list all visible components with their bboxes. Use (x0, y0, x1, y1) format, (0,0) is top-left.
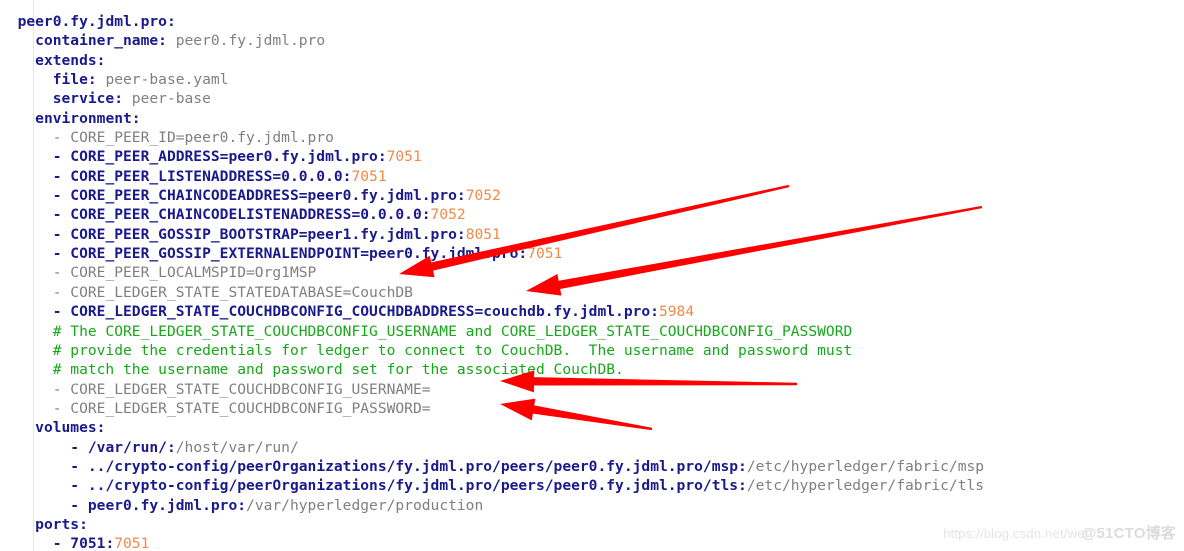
code-line[interactable]: extends: (0, 51, 1184, 70)
code-token: container_name: (35, 32, 167, 50)
code-token: 7051 (386, 148, 422, 166)
code-token: peer0.fy.jdml.pro (166, 32, 326, 50)
code-token: /etc/hyperledger/fabric/tls (746, 477, 985, 495)
code-token: CORE_PEER_GOSSIP_EXTERNALENDPOINT=peer0.… (70, 245, 528, 263)
code-line[interactable]: - CORE_PEER_LISTENADDRESS=0.0.0.0:7051 (0, 167, 1184, 186)
code-token: CORE_PEER_LISTENADDRESS=0.0.0.0: (70, 167, 352, 185)
code-token: 7052 (430, 206, 466, 224)
code-token: 7051 (527, 245, 563, 263)
code-token: /etc/hyperledger/fabric/msp (746, 457, 985, 475)
code-line[interactable]: # match the username and password set fo… (0, 360, 1184, 379)
code-line[interactable]: - ../crypto-config/peerOrganizations/fy.… (0, 476, 1184, 495)
code-token: environment: (35, 109, 141, 127)
code-line[interactable]: - ../crypto-config/peerOrganizations/fy.… (0, 457, 1184, 476)
code-token: - (52, 535, 71, 551)
code-token: CORE_PEER_ID=peer0.fy.jdml.pro (70, 129, 334, 147)
code-line[interactable]: - peer0.fy.jdml.pro:/var/hyperledger/pro… (0, 496, 1184, 515)
code-token: - (70, 477, 88, 495)
code-token: - (52, 283, 71, 301)
code-line[interactable]: environment: (0, 109, 1184, 128)
code-token: 7051: (70, 535, 115, 551)
code-token: CORE_PEER_LOCALMSPID=Org1MSP (70, 264, 317, 282)
yaml-code-block[interactable]: peer0.fy.jdml.pro: container_name: peer0… (0, 0, 1184, 551)
watermark: https://blog.csdn.net/wei@51CTO博客 (943, 522, 1176, 543)
code-token: CORE_LEDGER_STATE_STATEDATABASE=CouchDB (70, 283, 413, 301)
code-token: CORE_PEER_CHAINCODELISTENADDRESS=0.0.0.0… (70, 206, 431, 224)
code-line[interactable]: peer0.fy.jdml.pro: (0, 12, 1184, 31)
code-token: - (52, 206, 71, 224)
code-token: file: (52, 71, 97, 89)
watermark-site: @51CTO博客 (1081, 525, 1176, 542)
code-token: # match the username and password set fo… (52, 361, 624, 379)
code-token: - (52, 380, 71, 398)
code-token: /var/run/: (87, 438, 176, 456)
code-line[interactable]: - CORE_LEDGER_STATE_COUCHDBCONFIG_USERNA… (0, 380, 1184, 399)
code-token: CORE_LEDGER_STATE_COUCHDBCONFIG_COUCHDBA… (70, 303, 659, 321)
code-token: CORE_PEER_ADDRESS=peer0.fy.jdml.pro: (70, 148, 387, 166)
code-token: - (70, 438, 88, 456)
code-line[interactable]: container_name: peer0.fy.jdml.pro (0, 31, 1184, 50)
code-token: 7051 (351, 167, 387, 185)
code-token: ../crypto-config/peerOrganizations/fy.jd… (87, 457, 747, 475)
code-token: - (52, 187, 71, 205)
watermark-url: https://blog.csdn.net/wei (943, 526, 1088, 541)
code-token: peer-base.yaml (96, 71, 229, 89)
code-token: # The CORE_LEDGER_STATE_COUCHDBCONFIG_US… (52, 322, 853, 340)
code-token: /host/var/run/ (175, 438, 299, 456)
code-token: - (52, 129, 71, 147)
code-token: # provide the credentials for ledger to … (52, 341, 853, 359)
code-line[interactable]: - CORE_PEER_ID=peer0.fy.jdml.pro (0, 128, 1184, 147)
code-token: CORE_LEDGER_STATE_COUCHDBCONFIG_USERNAME… (70, 380, 431, 398)
code-line[interactable]: - CORE_PEER_LOCALMSPID=Org1MSP (0, 263, 1184, 282)
code-token: 7052 (465, 187, 501, 205)
code-line[interactable]: - CORE_PEER_CHAINCODEADDRESS=peer0.fy.jd… (0, 186, 1184, 205)
code-line[interactable]: - CORE_LEDGER_STATE_COUCHDBCONFIG_PASSWO… (0, 399, 1184, 418)
code-token: 5984 (658, 303, 695, 321)
code-token: CORE_PEER_GOSSIP_BOOTSTRAP=peer1.fy.jdml… (70, 225, 466, 243)
code-token: service: (52, 90, 124, 108)
code-line[interactable]: # provide the credentials for ledger to … (0, 341, 1184, 360)
code-token: CORE_LEDGER_STATE_COUCHDBCONFIG_PASSWORD… (70, 399, 431, 417)
code-token: CORE_PEER_CHAINCODEADDRESS=peer0.fy.jdml… (70, 187, 466, 205)
code-line[interactable]: file: peer-base.yaml (0, 70, 1184, 89)
code-line[interactable]: - CORE_PEER_GOSSIP_EXTERNALENDPOINT=peer… (0, 244, 1184, 263)
code-line[interactable]: - CORE_LEDGER_STATE_COUCHDBCONFIG_COUCHD… (0, 302, 1184, 321)
code-token: extends: (35, 51, 106, 69)
code-token: - (52, 399, 71, 417)
code-token: peer0.fy.jdml.pro: (17, 13, 176, 30)
code-token: ../crypto-config/peerOrganizations/fy.jd… (87, 477, 747, 495)
code-token: - (52, 303, 71, 321)
code-token: ports: (35, 515, 88, 533)
code-line[interactable]: volumes: (0, 418, 1184, 437)
code-token: - (52, 264, 71, 282)
code-token: - (52, 167, 71, 185)
code-line[interactable]: - CORE_PEER_ADDRESS=peer0.fy.jdml.pro:70… (0, 147, 1184, 166)
code-token: - (52, 148, 71, 166)
code-token: peer0.fy.jdml.pro: (87, 496, 247, 514)
code-token: - (70, 496, 88, 514)
code-token: volumes: (35, 419, 106, 437)
code-token: 7051 (114, 535, 150, 551)
code-line[interactable]: - CORE_LEDGER_STATE_STATEDATABASE=CouchD… (0, 283, 1184, 302)
code-line[interactable]: - /var/run/:/host/var/run/ (0, 438, 1184, 457)
code-token: /var/hyperledger/production (246, 496, 484, 514)
code-token: 8051 (465, 225, 501, 243)
code-screenshot: peer0.fy.jdml.pro: container_name: peer0… (0, 0, 1184, 551)
code-line[interactable]: - CORE_PEER_CHAINCODELISTENADDRESS=0.0.0… (0, 205, 1184, 224)
code-token: - (52, 245, 71, 263)
code-token: - (70, 457, 88, 475)
code-line[interactable]: service: peer-base (0, 89, 1184, 108)
code-token: peer-base (123, 90, 211, 108)
code-line[interactable]: - CORE_PEER_GOSSIP_BOOTSTRAP=peer1.fy.jd… (0, 225, 1184, 244)
code-token: - (52, 225, 71, 243)
code-line[interactable]: # The CORE_LEDGER_STATE_COUCHDBCONFIG_US… (0, 322, 1184, 341)
